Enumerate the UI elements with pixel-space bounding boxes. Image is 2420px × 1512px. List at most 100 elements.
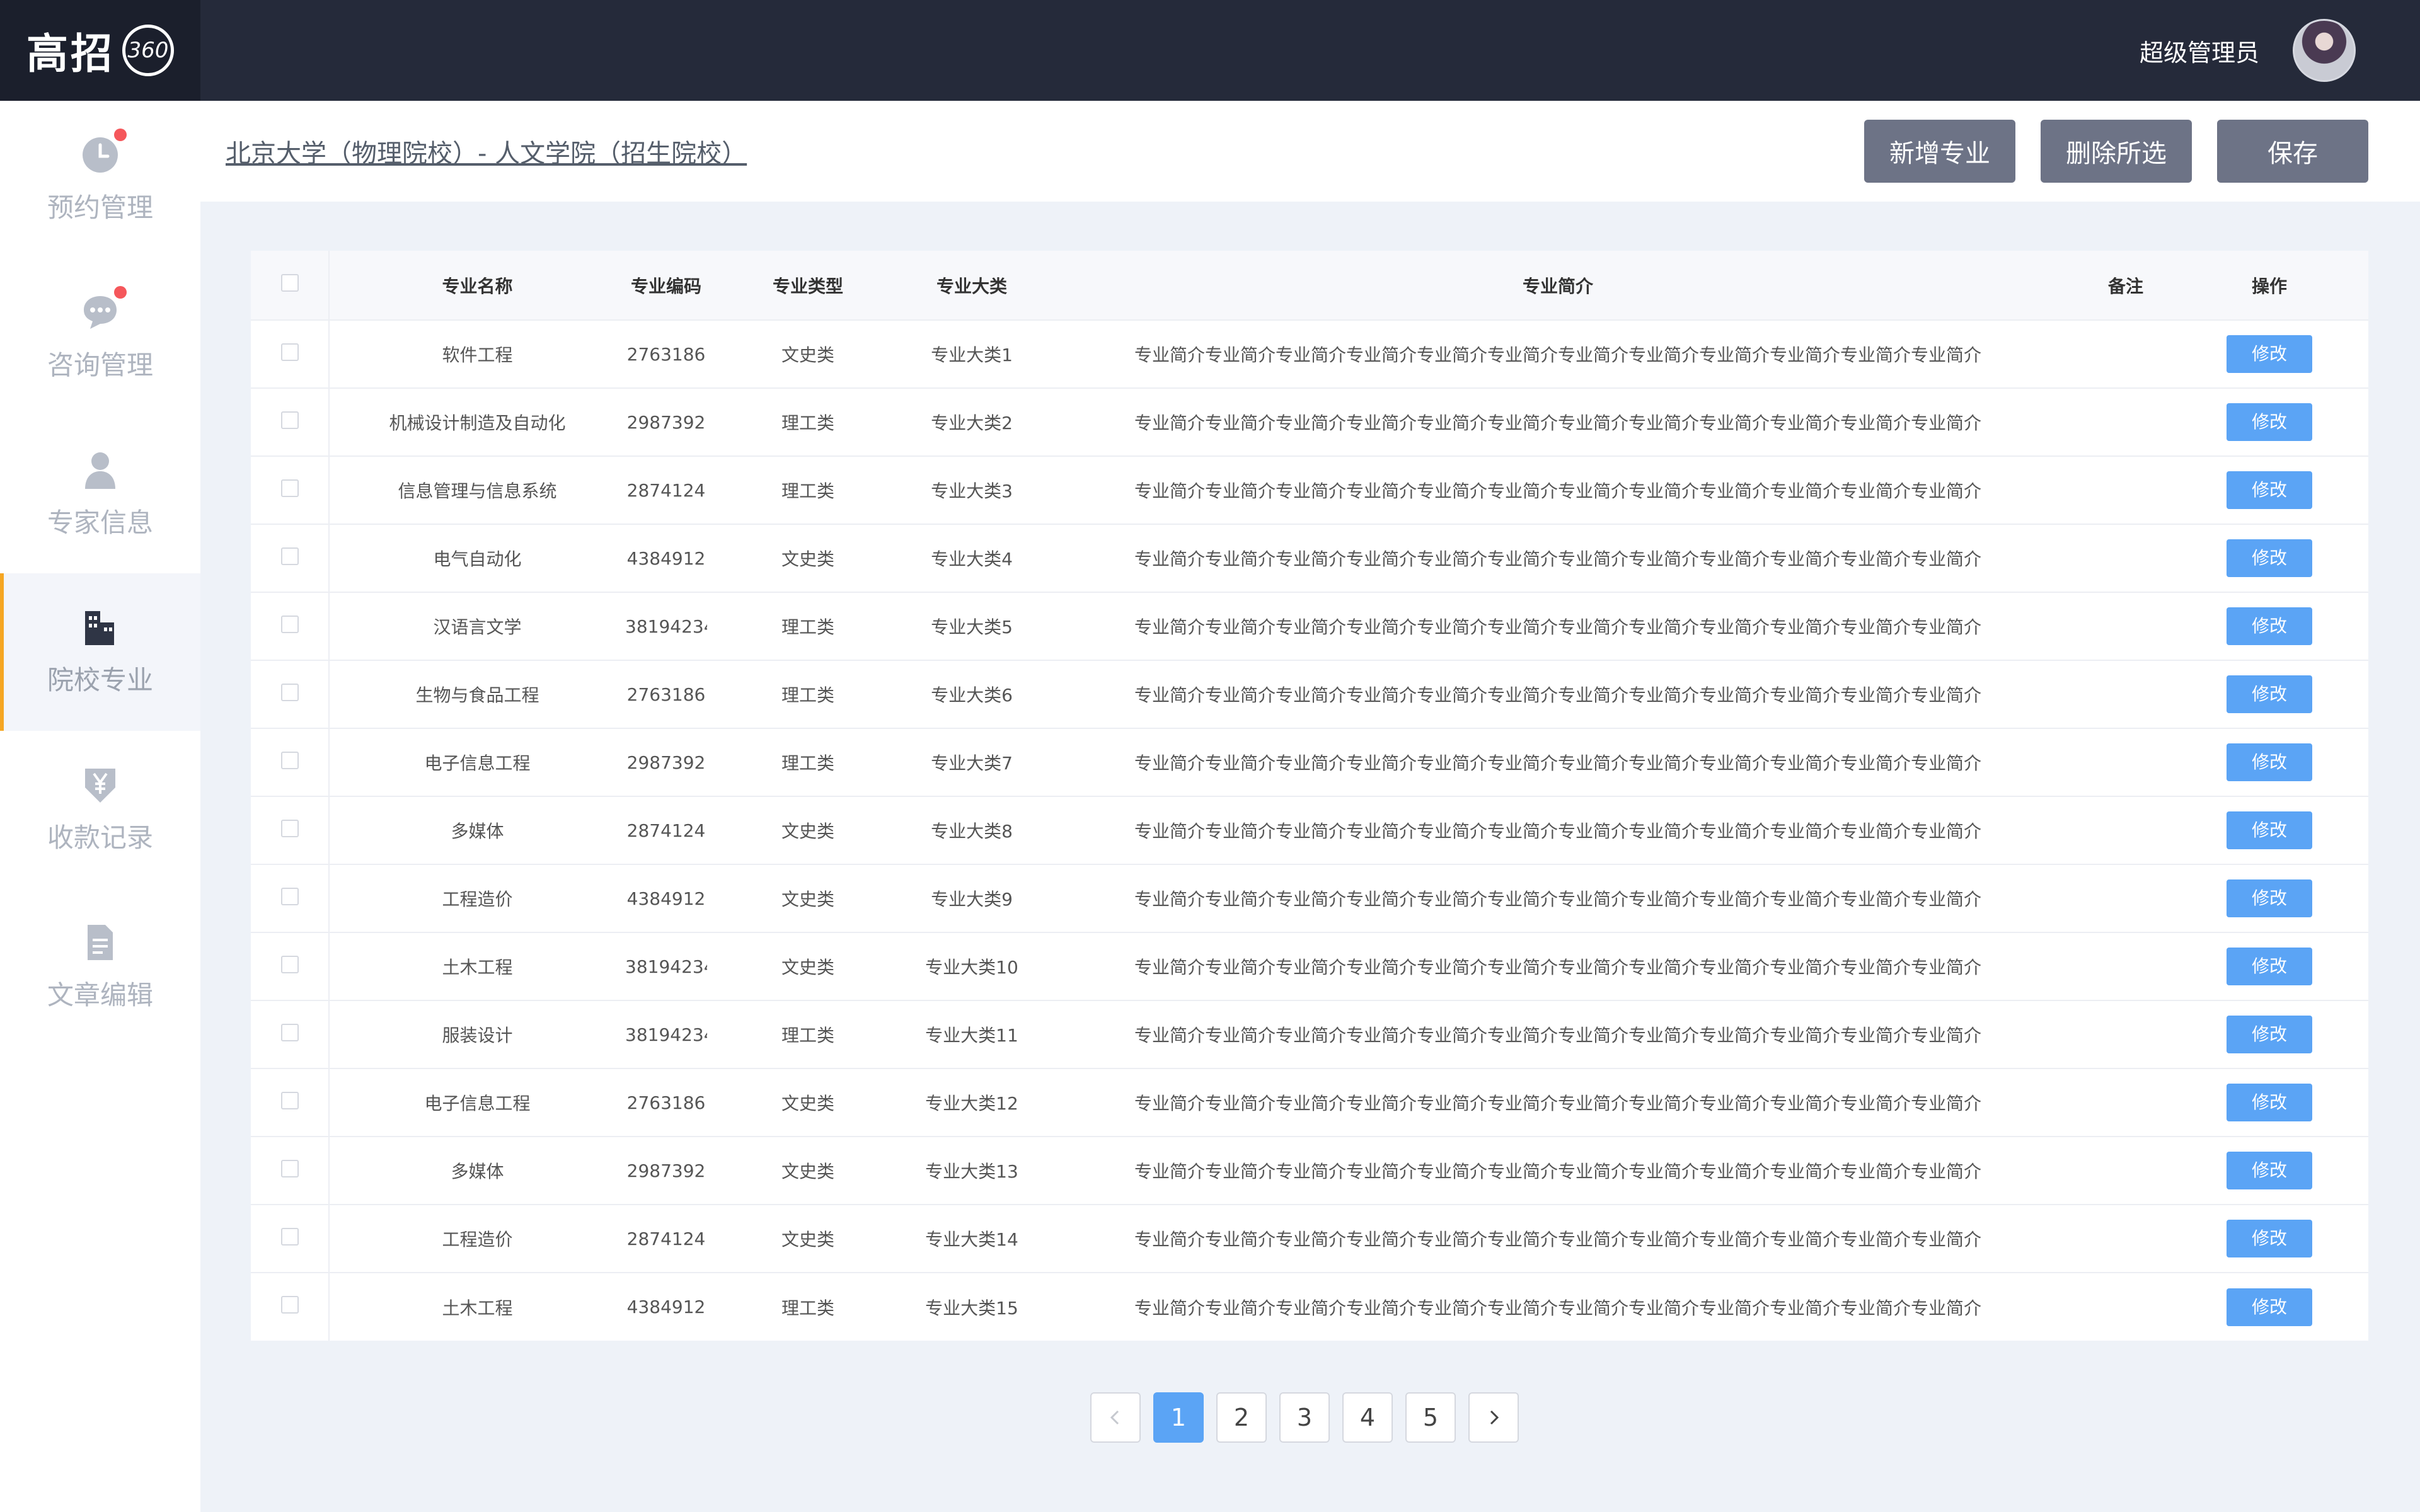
edit-button[interactable]: 修改 — [2227, 1288, 2312, 1326]
row-checkbox[interactable] — [251, 320, 330, 388]
edit-button[interactable]: 修改 — [2227, 539, 2312, 577]
row-checkbox[interactable] — [251, 524, 330, 592]
header-type: 专业类型 — [772, 275, 843, 297]
edit-button[interactable]: 修改 — [2227, 879, 2312, 917]
checkbox[interactable] — [280, 615, 299, 633]
checkbox[interactable] — [280, 343, 299, 361]
cell-intro: 专业简介专业简介专业简介专业简介专业简介专业简介专业简介专业简介专业简介专业简介… — [1134, 617, 1981, 638]
table-row: 电子信息工程 2987392 理工类 专业大类7 专业简介专业简介专业简介专业简介专业简… — [251, 728, 2368, 796]
breadcrumb[interactable]: 北京大学（物理院校）- 人文学院（招生院校） — [226, 101, 747, 202]
logo[interactable]: 高招 360 — [0, 0, 200, 101]
select-all-checkbox[interactable] — [251, 251, 330, 320]
cell-code: 2987392 — [626, 411, 706, 433]
cell-remark — [2081, 796, 2170, 864]
add-major-button[interactable]: 新增专业 — [1864, 120, 2015, 183]
clock-icon — [80, 128, 127, 175]
edit-button[interactable]: 修改 — [2227, 1016, 2312, 1053]
row-checkbox[interactable] — [251, 1137, 330, 1205]
row-checkbox[interactable] — [251, 660, 330, 728]
cell-remark — [2081, 592, 2170, 660]
row-checkbox[interactable] — [251, 456, 330, 524]
edit-button[interactable]: 修改 — [2227, 1152, 2312, 1189]
next-page-button[interactable] — [1468, 1392, 1519, 1443]
cell-name: 土木工程 — [442, 1297, 513, 1319]
edit-button[interactable]: 修改 — [2227, 607, 2312, 645]
checkbox[interactable] — [280, 683, 299, 701]
cell-type: 文史类 — [781, 1161, 834, 1182]
admin-name[interactable]: 超级管理员 — [2140, 0, 2259, 101]
cell-category: 专业大类10 — [925, 957, 1018, 978]
page-button-4[interactable]: 4 — [1342, 1392, 1393, 1443]
header-name: 专业名称 — [442, 275, 513, 297]
sidebar-item-majors[interactable]: 院校专业 — [0, 573, 200, 731]
edit-button[interactable]: 修改 — [2227, 743, 2312, 781]
edit-button[interactable]: 修改 — [2227, 811, 2312, 849]
checkbox[interactable] — [280, 1159, 299, 1177]
sidebar-item-consultations[interactable]: 咨询管理 — [0, 258, 200, 416]
cell-remark — [2081, 456, 2170, 524]
cell-action: 修改 — [2170, 388, 2368, 456]
cell-code: 2874124 — [626, 820, 706, 841]
edit-button[interactable]: 修改 — [2227, 948, 2312, 985]
cell-remark — [2081, 932, 2170, 1000]
checkbox[interactable] — [280, 479, 299, 497]
cell-category: 专业大类1 — [931, 345, 1013, 365]
checkbox[interactable] — [280, 819, 299, 837]
cell-name: 汉语言文学 — [433, 617, 522, 638]
row-checkbox[interactable] — [251, 592, 330, 660]
row-checkbox[interactable] — [251, 1205, 330, 1273]
row-checkbox[interactable] — [251, 796, 330, 864]
header-remark: 备注 — [2107, 275, 2143, 297]
sidebar-item-experts[interactable]: 专家信息 — [0, 416, 200, 573]
cell-code: 38194234 — [625, 1024, 707, 1045]
table-row: 工程造价 2874124 文史类 专业大类14 专业简介专业简介专业简介专业简介专业简介… — [251, 1205, 2368, 1273]
row-checkbox[interactable] — [251, 388, 330, 456]
sidebar-item-label: 咨询管理 — [47, 349, 153, 381]
checkbox[interactable] — [280, 751, 299, 769]
row-checkbox[interactable] — [251, 1000, 330, 1068]
row-checkbox[interactable] — [251, 864, 330, 932]
avatar[interactable] — [2293, 19, 2356, 82]
checkbox[interactable] — [280, 887, 299, 905]
row-checkbox[interactable] — [251, 1068, 330, 1137]
edit-button[interactable]: 修改 — [2227, 675, 2312, 713]
checkbox[interactable] — [280, 1227, 299, 1246]
cell-remark — [2081, 864, 2170, 932]
save-button[interactable]: 保存 — [2217, 120, 2368, 183]
checkbox[interactable] — [280, 547, 299, 565]
cell-code: 4384912 — [626, 1297, 706, 1317]
edit-button[interactable]: 修改 — [2227, 1220, 2312, 1257]
cell-intro: 专业简介专业简介专业简介专业简介专业简介专业简介专业简介专业简介专业简介专业简介… — [1134, 1093, 1981, 1114]
edit-button[interactable]: 修改 — [2227, 471, 2312, 509]
sidebar-item-appointments[interactable]: 预约管理 — [0, 101, 200, 258]
checkbox[interactable] — [280, 1023, 299, 1041]
table-body: 软件工程 2763186 文史类 专业大类1 专业简介专业简介专业简介专业简介专业简介专… — [251, 320, 2368, 1341]
edit-button[interactable]: 修改 — [2227, 335, 2312, 373]
row-checkbox[interactable] — [251, 932, 330, 1000]
cell-category: 专业大类2 — [931, 413, 1013, 433]
page-button-1[interactable]: 1 — [1153, 1392, 1204, 1443]
edit-button[interactable]: 修改 — [2227, 403, 2312, 441]
page-button-3[interactable]: 3 — [1279, 1392, 1330, 1443]
cell-category: 专业大类5 — [931, 617, 1013, 638]
checkbox[interactable] — [280, 955, 299, 973]
delete-selected-button[interactable]: 删除所选 — [2041, 120, 2192, 183]
cell-remark — [2081, 1205, 2170, 1273]
header-action: 操作 — [2251, 275, 2287, 297]
prev-page-button[interactable] — [1090, 1392, 1141, 1443]
row-checkbox[interactable] — [251, 1273, 330, 1341]
edit-button[interactable]: 修改 — [2227, 1084, 2312, 1121]
sidebar-item-payments[interactable]: 收款记录 — [0, 731, 200, 888]
sidebar-item-articles[interactable]: 文章编辑 — [0, 888, 200, 1046]
checkbox[interactable] — [280, 1296, 299, 1314]
cell-category: 专业大类3 — [931, 481, 1013, 501]
cell-name: 电子信息工程 — [424, 753, 531, 774]
sidebar-item-label: 预约管理 — [47, 192, 153, 223]
page-button-5[interactable]: 5 — [1405, 1392, 1456, 1443]
row-checkbox[interactable] — [251, 728, 330, 796]
cell-remark — [2081, 728, 2170, 796]
checkbox[interactable] — [280, 411, 299, 429]
table-row: 电气自动化 4384912 文史类 专业大类4 专业简介专业简介专业简介专业简介专业简介… — [251, 524, 2368, 592]
page-button-2[interactable]: 2 — [1216, 1392, 1267, 1443]
checkbox[interactable] — [280, 1091, 299, 1109]
